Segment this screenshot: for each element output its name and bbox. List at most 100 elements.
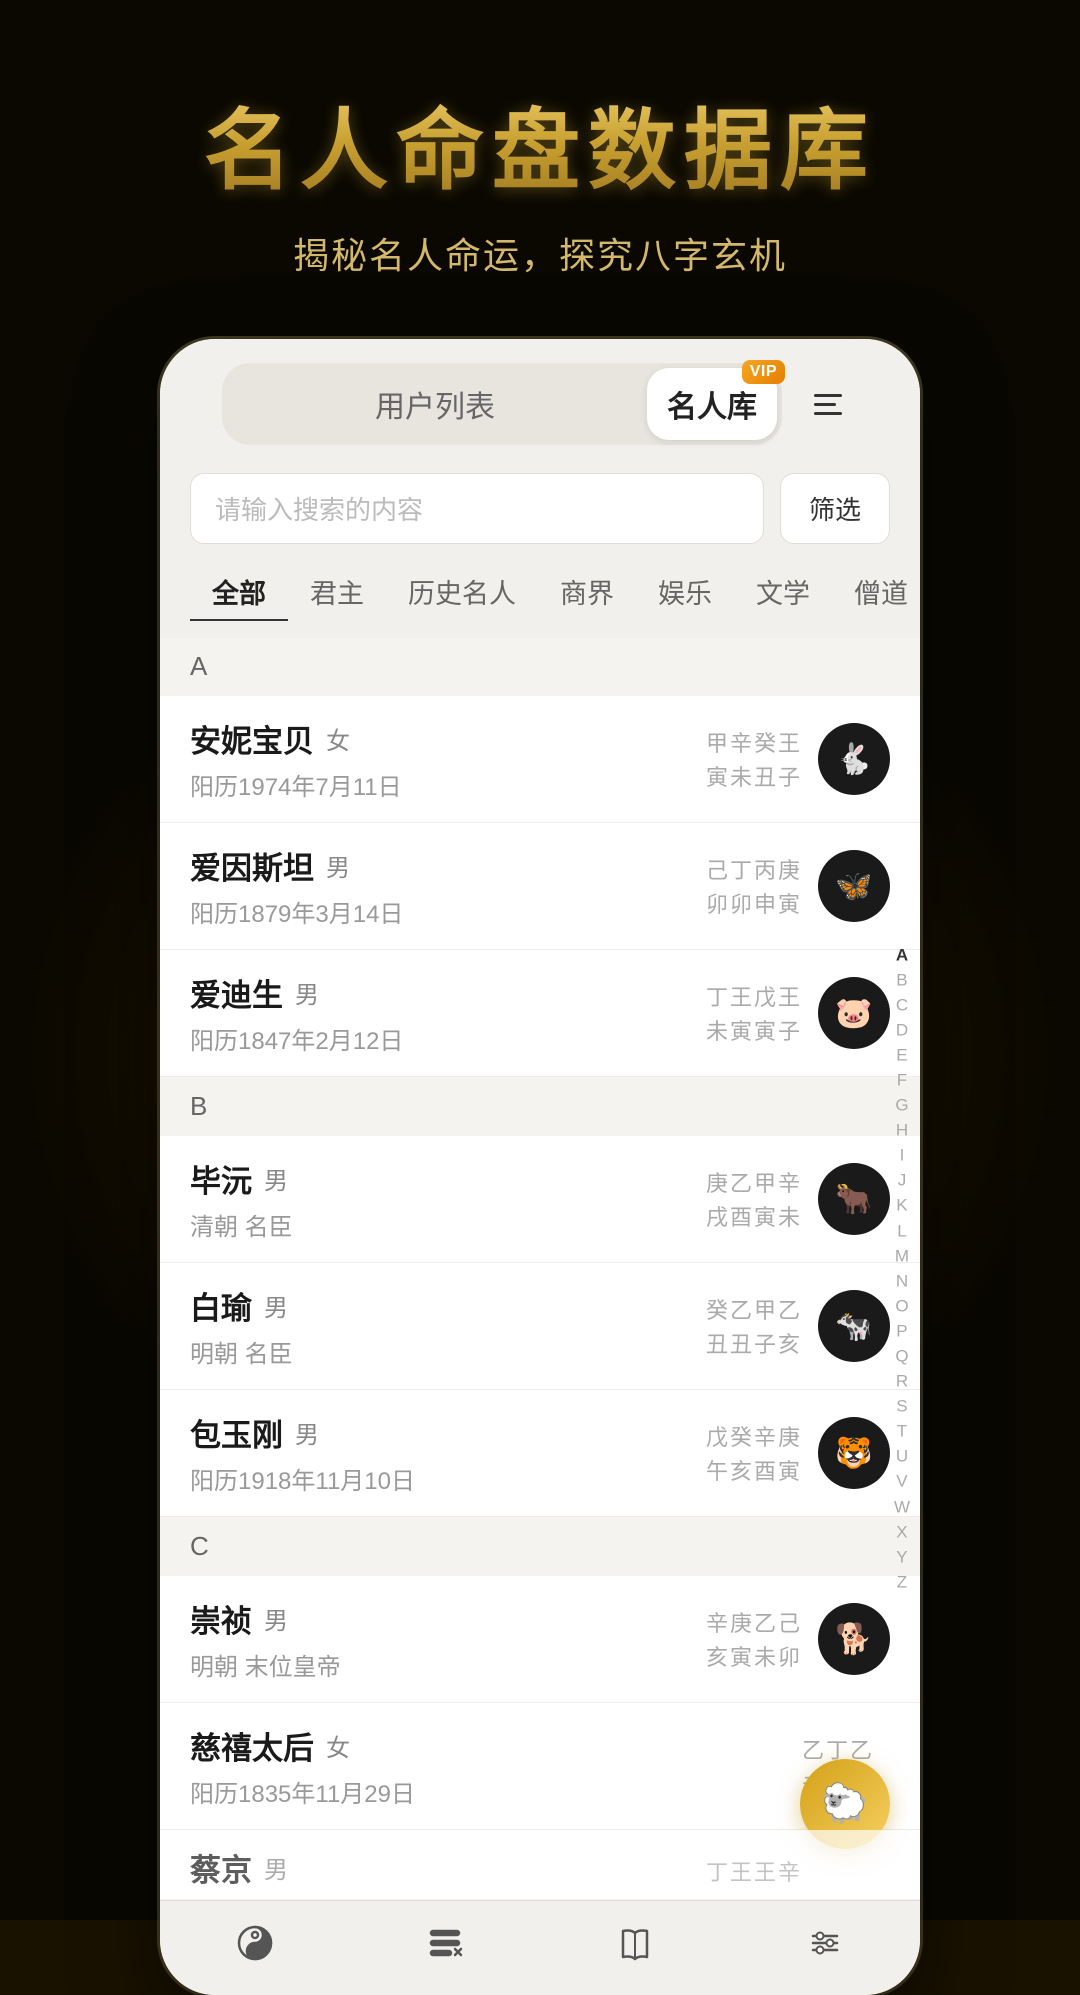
filter-button[interactable]: 筛选 bbox=[780, 473, 890, 544]
alpha-r[interactable]: R bbox=[890, 1369, 914, 1393]
cat-tab-entertainment[interactable]: 娱乐 bbox=[636, 564, 734, 621]
book-icon bbox=[611, 1919, 659, 1967]
phone-mockup: 用户列表 名人库 VIP 请输入搜索的内容 筛选 bbox=[160, 339, 920, 1995]
list-item-cixi[interactable]: 慈禧太后 女 阳历1835年11月29日 乙丁乙 未亥丑 🐑 bbox=[160, 1703, 920, 1830]
item-date-annie: 阳历1974年7月11日 bbox=[190, 767, 706, 802]
cat-tab-business[interactable]: 商界 bbox=[538, 564, 636, 621]
alpha-z[interactable]: Z bbox=[890, 1570, 914, 1594]
alpha-x[interactable]: X bbox=[890, 1520, 914, 1544]
alpha-a[interactable]: A bbox=[890, 943, 914, 967]
bazi-row2-baiyu: 丑丑子亥 bbox=[706, 1327, 802, 1359]
item-gender-chongzhen: 男 bbox=[264, 1601, 288, 1636]
tab-celebrity-wrapper: 名人库 VIP bbox=[647, 368, 777, 440]
search-input-wrapper[interactable]: 请输入搜索的内容 bbox=[190, 473, 764, 544]
alpha-s[interactable]: S bbox=[890, 1394, 914, 1418]
alpha-h[interactable]: H bbox=[890, 1118, 914, 1142]
item-bazi-einstein: 己丁丙庚 卯卯申寅 bbox=[706, 853, 802, 919]
list-item-edison[interactable]: 爱迪生 男 阳历1847年2月12日 丁王戊王 未寅寅子 🐷 bbox=[160, 950, 920, 1077]
bazi-row2-annie: 寅未丑子 bbox=[706, 760, 802, 792]
alpha-q[interactable]: Q bbox=[890, 1344, 914, 1368]
cat-tab-history[interactable]: 历史名人 bbox=[386, 564, 538, 621]
main-title: 名人命盘数据库 bbox=[204, 80, 876, 207]
alpha-k[interactable]: K bbox=[890, 1194, 914, 1218]
alpha-f[interactable]: F bbox=[890, 1068, 914, 1092]
item-name-cixi: 慈禧太后 bbox=[190, 1723, 314, 1768]
nav-item-home[interactable] bbox=[160, 1919, 350, 1967]
alpha-g[interactable]: G bbox=[890, 1093, 914, 1117]
avatar-baoyu: 🐯 bbox=[818, 1417, 890, 1489]
list-area-wrapper: A 安妮宝贝 女 阳历1974年7月11日 甲辛癸王 寅未丑子 � bbox=[160, 637, 920, 1900]
alpha-o[interactable]: O bbox=[890, 1294, 914, 1318]
bazi-row2-baoyu: 午亥酉寅 bbox=[706, 1454, 802, 1486]
menu-button[interactable] bbox=[798, 374, 858, 434]
alpha-v[interactable]: V bbox=[890, 1470, 914, 1494]
cat-tab-religion[interactable]: 僧道 bbox=[832, 564, 920, 621]
item-bazi-annie: 甲辛癸王 寅未丑子 bbox=[706, 726, 802, 792]
cat-tab-all[interactable]: 全部 bbox=[190, 564, 288, 621]
nav-item-book[interactable] bbox=[540, 1919, 730, 1967]
name-row-baoyu: 包玉刚 男 bbox=[190, 1410, 706, 1455]
alpha-w[interactable]: W bbox=[890, 1495, 914, 1519]
alphabet-sidebar: A B C D E F G H I J K L M N O P Q R S T bbox=[890, 943, 914, 1594]
list-item-einstein[interactable]: 爱因斯坦 男 阳历1879年3月14日 己丁丙庚 卯卯申寅 🦋 bbox=[160, 823, 920, 950]
bazi-row2-biyuan: 戌酉寅未 bbox=[706, 1200, 802, 1232]
cat-tab-literature[interactable]: 文学 bbox=[734, 564, 832, 621]
tab-user-list[interactable]: 用户列表 bbox=[227, 368, 643, 440]
alpha-c[interactable]: C bbox=[890, 993, 914, 1017]
sub-title: 揭秘名人命运，探究八字玄机 bbox=[293, 227, 787, 279]
alpha-n[interactable]: N bbox=[890, 1269, 914, 1293]
list-item-annie[interactable]: 安妮宝贝 女 阳历1974年7月11日 甲辛癸王 寅未丑子 🐇 bbox=[160, 696, 920, 823]
book-svg bbox=[615, 1923, 655, 1963]
item-gender-baoyu: 男 bbox=[295, 1415, 319, 1450]
alpha-u[interactable]: U bbox=[890, 1445, 914, 1469]
bazi-row1-baiyu: 癸乙甲乙 bbox=[706, 1293, 802, 1325]
alpha-t[interactable]: T bbox=[890, 1420, 914, 1444]
name-row-cixi: 慈禧太后 女 bbox=[190, 1723, 802, 1768]
alpha-j[interactable]: J bbox=[890, 1169, 914, 1193]
bazi-row1-caijing: 丁王王辛 bbox=[706, 1855, 802, 1887]
item-gender-edison: 男 bbox=[295, 975, 319, 1010]
search-bar: 请输入搜索的内容 筛选 bbox=[160, 461, 920, 556]
alpha-l[interactable]: L bbox=[890, 1219, 914, 1243]
list-item-baiyu[interactable]: 白瑜 男 明朝 名臣 癸乙甲乙 丑丑子亥 🐄 bbox=[160, 1263, 920, 1390]
alpha-m[interactable]: M bbox=[890, 1244, 914, 1268]
menu-line-1 bbox=[814, 394, 842, 397]
alpha-i[interactable]: I bbox=[890, 1144, 914, 1168]
section-header-b: B bbox=[160, 1077, 920, 1136]
alpha-d[interactable]: D bbox=[890, 1018, 914, 1042]
item-name-chongzhen: 崇祯 bbox=[190, 1596, 252, 1641]
list-item-caijing[interactable]: 蔡京 男 丁王王辛 🐉 bbox=[160, 1830, 920, 1900]
tab-bar: 用户列表 名人库 VIP bbox=[160, 339, 920, 461]
zodiac-butterfly-icon: 🦋 bbox=[835, 869, 872, 904]
list-item-baoyu[interactable]: 包玉刚 男 阳历1918年11月10日 戊癸辛庚 午亥酉寅 🐯 bbox=[160, 1390, 920, 1517]
alpha-e[interactable]: E bbox=[890, 1043, 914, 1067]
avatar-chongzhen: 🐕 bbox=[818, 1603, 890, 1675]
bazi-row2-chongzhen: 亥寅未卯 bbox=[706, 1640, 802, 1672]
menu-lines-icon bbox=[814, 394, 842, 415]
category-tabs: 全部 君主 历史名人 商界 娱乐 文学 僧道 bbox=[160, 556, 920, 637]
zodiac-sheep-icon: 🐑 bbox=[821, 1782, 868, 1826]
item-bazi-caijing: 丁王王辛 bbox=[706, 1855, 802, 1887]
item-date-chongzhen: 明朝 末位皇帝 bbox=[190, 1647, 706, 1682]
vip-badge: VIP bbox=[742, 360, 785, 384]
alpha-p[interactable]: P bbox=[890, 1319, 914, 1343]
section-header-c: C bbox=[160, 1517, 920, 1576]
nav-item-settings[interactable] bbox=[730, 1919, 920, 1967]
bazi-row1-annie: 甲辛癸王 bbox=[706, 726, 802, 758]
item-date-edison: 阳历1847年2月12日 bbox=[190, 1021, 706, 1056]
list-item-chongzhen[interactable]: 崇祯 男 明朝 末位皇帝 辛庚乙己 亥寅未卯 🐕 bbox=[160, 1576, 920, 1703]
item-bazi-baoyu: 戊癸辛庚 午亥酉寅 bbox=[706, 1420, 802, 1486]
nav-item-list[interactable] bbox=[350, 1919, 540, 1967]
avatar-baiyu: 🐄 bbox=[818, 1290, 890, 1362]
cat-tab-monarch[interactable]: 君主 bbox=[288, 564, 386, 621]
item-date-biyuan: 清朝 名臣 bbox=[190, 1207, 706, 1242]
item-gender-cixi: 女 bbox=[326, 1728, 350, 1763]
zodiac-dog-icon: 🐕 bbox=[835, 1622, 872, 1657]
alpha-b[interactable]: B bbox=[890, 968, 914, 992]
list-item-biyuan[interactable]: 毕沅 男 清朝 名臣 庚乙甲辛 戌酉寅未 🐂 bbox=[160, 1136, 920, 1263]
alpha-y[interactable]: Y bbox=[890, 1545, 914, 1569]
item-name-einstein: 爱因斯坦 bbox=[190, 843, 314, 888]
section-header-a: A bbox=[160, 637, 920, 696]
yin-yang-svg bbox=[235, 1923, 275, 1963]
item-date-cixi: 阳历1835年11月29日 bbox=[190, 1774, 802, 1809]
